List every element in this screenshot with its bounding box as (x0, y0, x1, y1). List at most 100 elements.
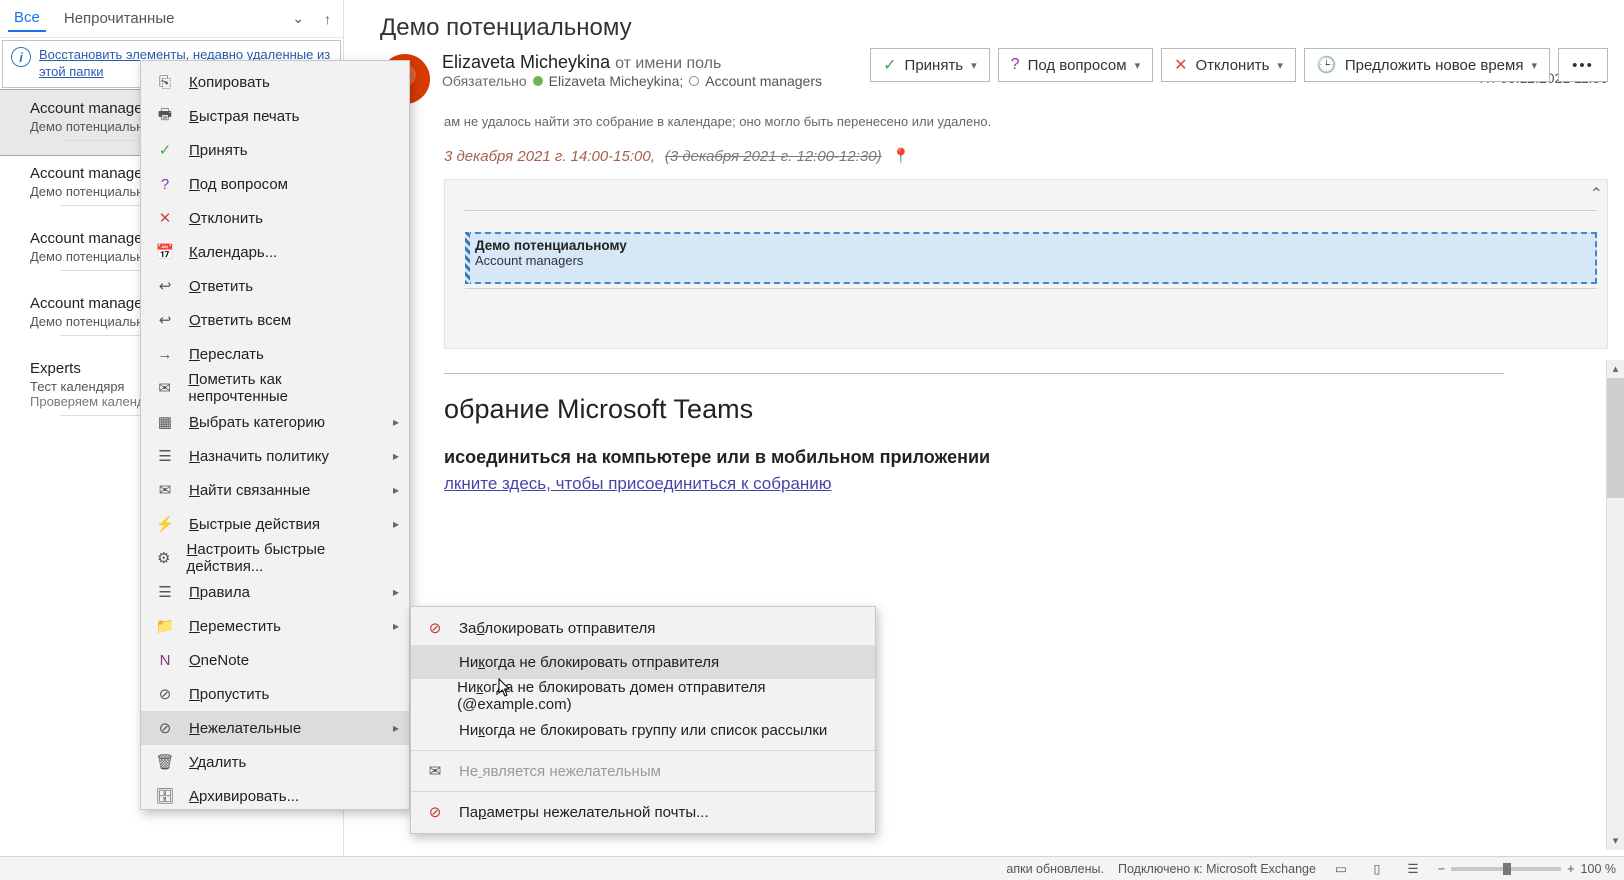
menu-icon: ⚡ (155, 515, 175, 533)
ctx-item[interactable]: ⎘ Копировать (141, 65, 409, 99)
menu-icon: → (155, 346, 175, 363)
menu-label: Назначить политику (189, 448, 329, 465)
menu-icon: ✉ (155, 481, 175, 499)
ctx-item[interactable]: 🗑Удалить (141, 745, 409, 779)
ctx-item[interactable]: 🗄Архивировать... (141, 779, 409, 813)
context-menu[interactable]: ⎘ Копировать 🖶Быстрая печать✓Принять?Под в… (140, 60, 410, 810)
ctx-item[interactable]: ▦Выбрать категорию▸ (141, 405, 409, 439)
menu-icon: ↩ (155, 311, 175, 329)
block-sender-icon: ⊘ (425, 619, 445, 637)
chevron-down-icon: ▾ (971, 59, 977, 72)
view-normal-icon[interactable]: ▭ (1330, 860, 1352, 878)
menu-label: Календарь... (189, 244, 277, 261)
ctx-item[interactable]: ✉Пометить как непрочтенные (141, 371, 409, 405)
menu-icon: 📁 (155, 617, 175, 635)
filter-dropdown-icon[interactable]: ⌄ (288, 8, 308, 29)
ctx-item[interactable]: 📁Переместить▸ (141, 609, 409, 643)
collapse-icon[interactable]: ⌃ (1590, 184, 1603, 204)
status-bar: апки обновлены. Подключено к: Microsoft … (0, 856, 1624, 880)
tentative-button[interactable]: ? Под вопросом ▾ (998, 48, 1153, 82)
status-connected: Подключено к: Microsoft Exchange (1118, 862, 1316, 876)
view-reading-icon[interactable]: ▯ (1366, 860, 1388, 878)
menu-label: Переслать (189, 346, 264, 363)
scroll-thumb[interactable] (1607, 378, 1624, 498)
submenu-arrow-icon: ▸ (393, 415, 399, 429)
presence-available-icon (533, 76, 543, 86)
presence-unknown-icon (689, 76, 699, 86)
ctx-item[interactable]: ⚙Настроить быстрые действия... (141, 541, 409, 575)
ctx-item[interactable]: Никогда не блокировать отправителя (411, 645, 875, 679)
scroll-down-icon[interactable]: ▾ (1607, 832, 1624, 850)
slot-title: Демо потенциальному (475, 238, 1587, 253)
ctx-item[interactable]: ⊘Пропустить (141, 677, 409, 711)
chevron-down-icon: ▾ (1531, 59, 1537, 72)
menu-label: OneNote (189, 652, 249, 669)
ctx-item[interactable]: 📅 Календарь... (141, 235, 409, 269)
menu-label: Никогда не блокировать отправителя (459, 654, 719, 671)
zoom-out-icon[interactable]: − (1438, 862, 1445, 876)
ctx-item[interactable]: 🖶Быстрая печать (141, 99, 409, 133)
zoom-control[interactable]: − + 100 % (1438, 862, 1616, 876)
menu-icon: ⊘ (155, 685, 175, 703)
scroll-up-icon[interactable]: ▴ (1607, 360, 1624, 378)
accept-button[interactable]: ✓ Принять ▾ (870, 48, 990, 82)
message-title: Демо потенциальному (344, 0, 1624, 52)
junk-submenu[interactable]: ⊘Заблокировать отправителя Никогда не бло… (410, 606, 876, 834)
ctx-item[interactable]: ✉ Найти связанные ▸ (141, 473, 409, 507)
menu-label: Найти связанные (189, 482, 310, 499)
menu-label: Выбрать категорию (189, 414, 325, 431)
menu-label: Отклонить (189, 210, 263, 227)
join-heading: исоединиться на компьютере или в мобильн… (444, 447, 1504, 468)
menu-label: Ответить всем (189, 312, 291, 329)
ctx-item[interactable]: ☰Назначить политику▸ (141, 439, 409, 473)
menu-icon: 🖶 (155, 104, 175, 129)
meeting-when: 3 декабря 2021 г. 14:00-15:00, (3 декабр… (344, 129, 1624, 171)
required-label: Обязательно (442, 73, 527, 89)
zoom-in-icon[interactable]: + (1567, 862, 1574, 876)
ctx-item[interactable]: ⊘Заблокировать отправителя (411, 611, 875, 645)
menu-label: Копировать (189, 74, 270, 91)
ctx-item[interactable]: Никогда не блокировать домен отправителя… (411, 679, 875, 713)
menu-label: Переместить (189, 618, 281, 635)
status-updated: апки обновлены. (1006, 862, 1104, 876)
zoom-value: 100 % (1581, 862, 1616, 876)
tab-unread[interactable]: Непрочитанные (58, 6, 181, 31)
menu-label: Никогда не блокировать группу или список… (459, 722, 827, 739)
block-sender-icon: ⊘ (425, 803, 445, 821)
clock-icon: 🕒 (1317, 55, 1337, 75)
submenu-arrow-icon: ▸ (393, 483, 399, 497)
menu-icon: 🗑 (155, 753, 175, 771)
ctx-item[interactable]: ⊘Нежелательные▸ (141, 711, 409, 745)
submenu-arrow-icon: ▸ (393, 517, 399, 531)
ctx-item[interactable]: → Переслать (141, 337, 409, 371)
join-meeting-link[interactable]: лкните здесь, чтобы присоединиться к соб… (444, 474, 832, 494)
vertical-scrollbar[interactable]: ▴ ▾ (1606, 360, 1624, 850)
sort-arrow-icon[interactable]: ↑ (320, 9, 335, 29)
ctx-item[interactable]: Никогда не блокировать группу или список… (411, 713, 875, 747)
ctx-item[interactable]: ↩ Ответить всем (141, 303, 409, 337)
ctx-item[interactable]: ?Под вопросом (141, 167, 409, 201)
tab-all[interactable]: Все (8, 5, 46, 32)
zoom-slider[interactable] (1451, 867, 1561, 871)
ctx-item[interactable]: ⊘Параметры нежелательной почты... (411, 795, 875, 829)
ctx-item[interactable]: ↩Ответить (141, 269, 409, 303)
calendar-slot[interactable]: Демо потенциальному Account managers (465, 232, 1597, 284)
propose-time-button[interactable]: 🕒 Предложить новое время ▾ (1304, 48, 1550, 82)
calendar-preview[interactable]: ⌃ Демо потенциальному Account managers (444, 179, 1608, 349)
view-compact-icon[interactable]: ☰ (1402, 860, 1424, 878)
menu-icon: 📅 (155, 243, 175, 261)
ctx-item[interactable]: ⚡Быстрые действия▸ (141, 507, 409, 541)
decline-button[interactable]: ✕ Отклонить ▾ (1161, 48, 1296, 82)
more-actions-button[interactable]: ••• (1558, 48, 1608, 82)
ctx-item[interactable]: ☰Правила▸ (141, 575, 409, 609)
menu-icon: ✓ (155, 141, 175, 159)
recipient: Elizaveta Micheykina; (549, 73, 684, 89)
ctx-item[interactable]: ✓Принять (141, 133, 409, 167)
menu-icon: ☰ (155, 583, 175, 601)
ctx-item[interactable]: ✕ Отклонить (141, 201, 409, 235)
menu-icon: ⎘ (155, 74, 175, 91)
menu-label: Нежелательные (189, 720, 301, 737)
meeting-warning: ам не удалось найти это собрание в кален… (344, 108, 1624, 129)
menu-icon: ✕ (155, 209, 175, 227)
ctx-item[interactable]: NOneNote (141, 643, 409, 677)
